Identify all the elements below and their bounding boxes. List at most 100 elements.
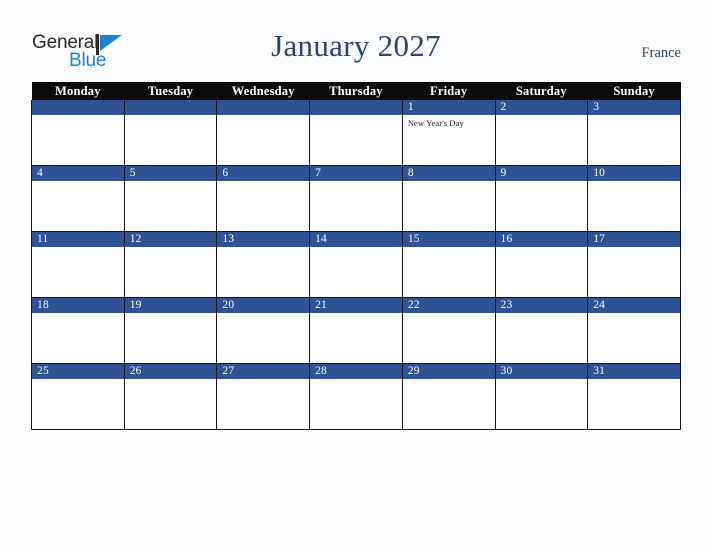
calendar-day-cell[interactable]: 6	[216, 165, 311, 232]
calendar-day-cell[interactable]: 21	[309, 297, 403, 364]
day-number: 18	[32, 298, 124, 313]
day-number: 9	[495, 166, 588, 181]
day-content	[496, 115, 588, 165]
calendar-day-cell[interactable]: 24	[587, 297, 681, 364]
day-content	[32, 379, 124, 429]
day-content	[32, 115, 124, 165]
day-content	[310, 247, 402, 297]
country-label: France	[641, 45, 681, 61]
day-number: 19	[124, 298, 217, 313]
weekday-header-friday: Friday	[402, 82, 496, 100]
day-content	[496, 247, 588, 297]
day-content	[32, 181, 124, 231]
calendar-day-cell[interactable]: 5	[123, 165, 218, 232]
day-content	[310, 115, 402, 165]
day-content	[588, 379, 680, 429]
page-header: General Blue January 2027 France	[0, 0, 712, 82]
calendar-day-cell[interactable]: 8	[401, 165, 496, 232]
day-content	[310, 313, 402, 363]
calendar-day-cell[interactable]: 7	[309, 165, 403, 232]
day-content	[310, 379, 402, 429]
day-content	[125, 247, 217, 297]
day-content	[403, 247, 495, 297]
day-number: 30	[495, 364, 588, 379]
day-content	[217, 313, 309, 363]
calendar-day-cell[interactable]: 30	[494, 363, 589, 430]
day-content	[32, 247, 124, 297]
day-number: 28	[310, 364, 402, 379]
calendar-day-cell[interactable]: 9	[494, 165, 589, 232]
calendar-day-cell[interactable]: 1 New Year's Day	[401, 100, 496, 166]
calendar-day-cell[interactable]: 3	[587, 100, 681, 166]
calendar-day-cell[interactable]: 27	[216, 363, 311, 430]
day-content	[217, 115, 309, 165]
calendar-day-cell[interactable]: 16	[494, 231, 589, 298]
weekday-header-wednesday: Wednesday	[216, 82, 310, 100]
day-content	[125, 181, 217, 231]
day-number: 26	[124, 364, 217, 379]
day-content	[588, 115, 680, 165]
day-number: 1	[402, 100, 495, 115]
weekday-header-row: Monday Tuesday Wednesday Thursday Friday…	[31, 82, 681, 100]
day-content	[217, 181, 309, 231]
day-number: 25	[32, 364, 124, 379]
calendar-day-cell[interactable]: 10	[587, 165, 681, 232]
calendar-day-cell[interactable]: 19	[123, 297, 218, 364]
calendar-day-cell[interactable]: 11	[31, 231, 125, 298]
calendar-day-cell[interactable]: 31	[587, 363, 681, 430]
calendar-week-row: 25 26 27 28 29 30 31	[31, 363, 681, 430]
day-number	[124, 100, 217, 115]
day-content	[217, 379, 309, 429]
day-number: 31	[588, 364, 680, 379]
weekday-header-monday: Monday	[31, 82, 125, 100]
calendar-day-cell[interactable]: 18	[31, 297, 125, 364]
day-content	[403, 379, 495, 429]
day-content	[496, 313, 588, 363]
day-number: 5	[124, 166, 217, 181]
calendar-day-cell[interactable]: 23	[494, 297, 589, 364]
calendar-day-cell[interactable]: 28	[309, 363, 403, 430]
day-number: 14	[310, 232, 402, 247]
day-number: 29	[402, 364, 495, 379]
calendar-day-cell[interactable]: 26	[123, 363, 218, 430]
calendar-day-cell[interactable]: 20	[216, 297, 311, 364]
calendar-day-cell[interactable]: 22	[401, 297, 496, 364]
day-number: 10	[588, 166, 680, 181]
day-number: 12	[124, 232, 217, 247]
day-number	[310, 100, 402, 115]
day-content	[217, 247, 309, 297]
day-content	[310, 181, 402, 231]
day-number: 16	[495, 232, 588, 247]
weekday-header-thursday: Thursday	[309, 82, 403, 100]
day-number: 2	[495, 100, 588, 115]
calendar-day-cell[interactable]: 4	[31, 165, 125, 232]
day-number	[217, 100, 310, 115]
day-content	[403, 181, 495, 231]
day-content	[403, 313, 495, 363]
day-number: 17	[588, 232, 680, 247]
day-content: New Year's Day	[403, 115, 495, 165]
day-content	[496, 181, 588, 231]
calendar-week-row: 18 19 20 21 22 23 24	[31, 297, 681, 364]
day-content	[588, 181, 680, 231]
calendar-day-cell[interactable]: 25	[31, 363, 125, 430]
day-number: 13	[217, 232, 310, 247]
day-number: 22	[402, 298, 495, 313]
calendar-day-cell[interactable]: 13	[216, 231, 311, 298]
calendar-day-cell[interactable]: 15	[401, 231, 496, 298]
day-content	[588, 247, 680, 297]
calendar-week-row: 4 5 6 7 8 9 10	[31, 165, 681, 232]
day-number: 23	[495, 298, 588, 313]
calendar-day-cell[interactable]: 17	[587, 231, 681, 298]
day-number: 27	[217, 364, 310, 379]
calendar-day-cell[interactable]: 2	[494, 100, 589, 166]
day-content	[496, 379, 588, 429]
day-number: 15	[402, 232, 495, 247]
calendar-day-cell[interactable]: 14	[309, 231, 403, 298]
day-number: 11	[32, 232, 124, 247]
calendar-empty-cell	[31, 100, 125, 166]
day-number: 8	[402, 166, 495, 181]
calendar-day-cell[interactable]: 12	[123, 231, 218, 298]
calendar-day-cell[interactable]: 29	[401, 363, 496, 430]
calendar-empty-cell	[216, 100, 311, 166]
